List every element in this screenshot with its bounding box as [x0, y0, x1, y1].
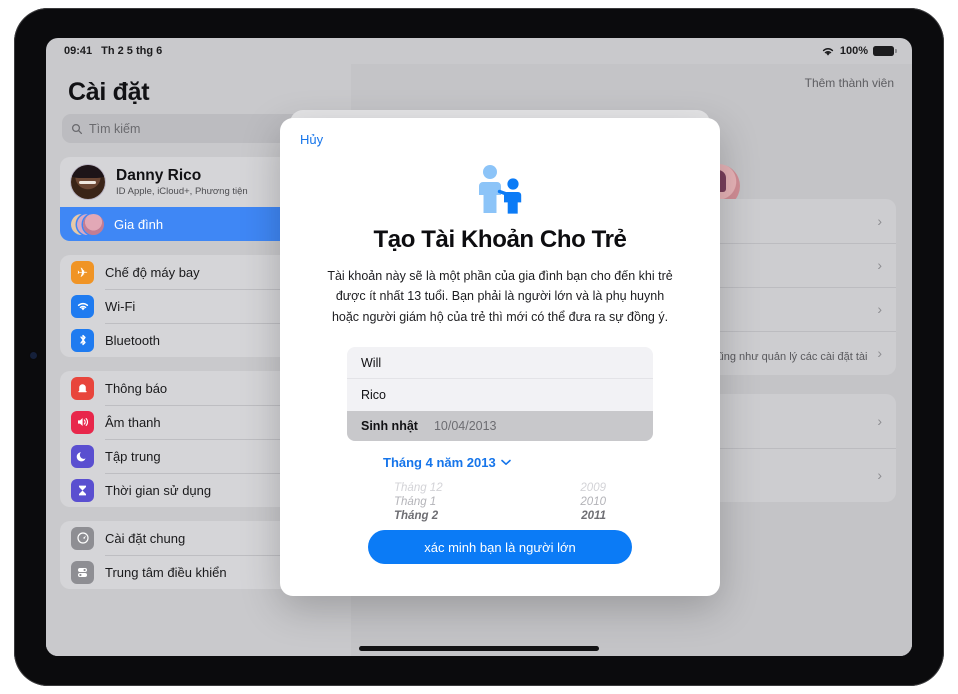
- avatar: [71, 165, 105, 199]
- search-icon: [71, 123, 83, 134]
- create-child-account-modal: Hủy Tạo Tài Khoản Cho Trẻ Tài khoản này …: [280, 118, 720, 596]
- chevron-right-icon: ›: [877, 213, 882, 229]
- month-wheel[interactable]: Tháng 12 Tháng 1 Tháng 2: [394, 482, 443, 522]
- account-text: Danny Rico ID Apple, iCloud+, Phương tiệ…: [116, 167, 248, 197]
- sound-icon: [71, 410, 94, 434]
- battery-percentage: 100%: [839, 45, 868, 57]
- search-placeholder: Tìm kiếm: [89, 121, 141, 136]
- cancel-button[interactable]: Hủy: [300, 132, 323, 147]
- wheel-item: 2010: [580, 495, 606, 508]
- wifi-icon: [71, 294, 94, 318]
- birthday-field[interactable]: Sinh nhật 10/04/2013: [347, 410, 653, 441]
- chevron-right-icon: ›: [877, 413, 882, 429]
- status-bar: 09:41 Th 2 5 thg 6 100%: [46, 38, 912, 64]
- chevron-right-icon: ›: [877, 257, 882, 273]
- control-center-icon: [71, 560, 94, 584]
- family-avatar-3: [83, 213, 104, 235]
- birthday-value: 10/04/2013: [433, 418, 497, 433]
- birthday-label: Sinh nhật: [361, 418, 418, 433]
- status-bar-left: 09:41 Th 2 5 thg 6: [64, 45, 162, 57]
- battery-icon: [873, 46, 897, 56]
- wifi-icon: [822, 47, 834, 56]
- sidebar-item-label: Wi-Fi: [105, 298, 136, 314]
- sidebar-item-label: Chế độ máy bay: [105, 264, 200, 280]
- chevron-right-icon: ›: [877, 301, 882, 317]
- sidebar-item-label: Thông báo: [105, 380, 168, 396]
- wheel-item: Tháng 2: [394, 509, 439, 522]
- account-name: Danny Rico: [116, 167, 202, 184]
- family-avatars: [71, 213, 104, 236]
- date-picker-wheel[interactable]: Tháng 12 Tháng 1 Tháng 2 2009 2010 2011: [380, 482, 620, 522]
- ipad-device-frame: 09:41 Th 2 5 thg 6 100% Cài đặt Tìm kiếm…: [14, 8, 944, 686]
- status-date: Th 2 5 thg 6: [101, 45, 163, 57]
- adult-and-child-icon: [479, 165, 522, 214]
- general-settings-icon: [71, 526, 94, 550]
- sidebar-item-label: Gia đình: [114, 216, 164, 232]
- sidebar-item-label: Thời gian sử dụng: [105, 482, 212, 498]
- front-camera-icon: [30, 352, 37, 359]
- notifications-icon: [71, 376, 94, 400]
- chevron-right-icon: ›: [877, 467, 882, 483]
- sidebar-item-label: Trung tâm điều khiển: [105, 564, 227, 580]
- focus-icon: [71, 444, 94, 468]
- page-title: Cài đặt: [68, 78, 150, 106]
- child-details-form: Will Rico Sinh nhật 10/04/2013: [347, 346, 653, 441]
- chevron-down-icon: [500, 459, 511, 465]
- modal-title: Tạo Tài Khoản Cho Trẻ: [373, 226, 627, 253]
- verify-adult-button[interactable]: xác minh bạn là người lớn: [368, 530, 632, 564]
- sidebar-item-label: Tập trung: [105, 448, 161, 464]
- status-time: 09:41: [64, 45, 93, 57]
- airplane-icon: ✈: [71, 260, 94, 284]
- month-year-selector[interactable]: Tháng 4 năm 2013: [347, 455, 653, 470]
- last-name-field[interactable]: Rico: [347, 379, 653, 411]
- month-year-label: Tháng 4 năm 2013: [383, 454, 496, 470]
- bluetooth-icon: [71, 328, 94, 352]
- screen-time-icon: [71, 478, 94, 502]
- account-subtitle: ID Apple, iCloud+, Phương tiện: [116, 186, 248, 197]
- home-indicator[interactable]: [359, 646, 599, 651]
- first-name-field[interactable]: Will: [347, 347, 653, 379]
- wheel-item: Tháng 1: [394, 495, 437, 508]
- sidebar-item-label: Cài đặt chung: [105, 530, 186, 546]
- modal-description: Tài khoản này sẽ là một phần của gia đìn…: [327, 269, 673, 324]
- status-bar-right: 100%: [821, 45, 897, 57]
- wheel-item: 2009: [580, 481, 606, 494]
- sidebar-item-label: Âm thanh: [105, 414, 161, 430]
- wheel-item: 2011: [581, 509, 606, 522]
- wheel-item: Tháng 12: [394, 481, 443, 494]
- sidebar-item-label: Bluetooth: [105, 332, 160, 348]
- year-wheel[interactable]: 2009 2010 2011: [580, 482, 606, 522]
- add-member-button[interactable]: Thêm thành viên: [805, 76, 894, 90]
- screen: 09:41 Th 2 5 thg 6 100% Cài đặt Tìm kiếm…: [46, 38, 912, 656]
